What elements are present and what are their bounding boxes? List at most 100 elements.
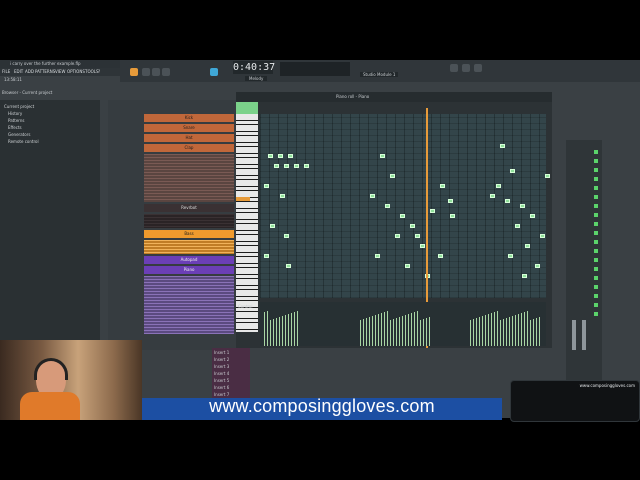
velocity-bar[interactable] <box>372 316 373 346</box>
velocity-bar[interactable] <box>491 313 492 346</box>
note[interactable] <box>395 234 400 238</box>
note[interactable] <box>390 174 395 178</box>
note[interactable] <box>525 244 530 248</box>
play-button[interactable] <box>142 68 150 76</box>
note[interactable] <box>520 204 525 208</box>
velocity-bar[interactable] <box>288 314 289 346</box>
pattern-selector[interactable]: Melody <box>245 76 268 81</box>
browser-item-generators[interactable]: Generators <box>8 132 30 137</box>
velocity-bar[interactable] <box>405 315 406 346</box>
velocity-bar[interactable] <box>282 316 283 346</box>
velocity-bar[interactable] <box>264 312 265 346</box>
note[interactable] <box>448 199 453 203</box>
note[interactable] <box>270 224 275 228</box>
velocity-bar[interactable] <box>518 314 519 346</box>
note[interactable] <box>286 264 291 268</box>
note[interactable] <box>280 194 285 198</box>
menu-view[interactable]: VIEW <box>55 69 65 74</box>
velocity-bar[interactable] <box>411 313 412 346</box>
fader-1[interactable] <box>572 320 576 350</box>
channel-autopad[interactable]: Autopad <box>144 256 234 264</box>
note[interactable] <box>288 154 293 158</box>
velocity-bar[interactable] <box>363 319 364 346</box>
velocity-bar[interactable] <box>473 319 474 346</box>
channel-snare[interactable]: Snare <box>144 124 234 132</box>
stop-button[interactable] <box>152 68 160 76</box>
insert-6[interactable]: Insert 6 <box>214 385 229 390</box>
velocity-bar[interactable] <box>414 312 415 346</box>
browser-item-history[interactable]: History <box>8 111 22 116</box>
velocity-bar[interactable] <box>420 320 421 346</box>
velocity-bar[interactable] <box>500 320 501 346</box>
note[interactable] <box>505 199 510 203</box>
velocity-bar[interactable] <box>503 319 504 346</box>
snap-icon[interactable] <box>210 68 218 76</box>
note[interactable] <box>375 254 380 258</box>
velocity-bar[interactable] <box>429 317 430 346</box>
velocity-bar[interactable] <box>417 311 418 346</box>
note[interactable] <box>278 154 283 158</box>
velocity-bar[interactable] <box>512 316 513 346</box>
browser-item-patterns[interactable]: Patterns <box>8 118 24 123</box>
step-grid[interactable] <box>144 154 234 202</box>
velocity-bar[interactable] <box>375 315 376 346</box>
velocity-bar[interactable] <box>506 318 507 346</box>
insert-2[interactable]: Insert 2 <box>214 357 229 362</box>
velocity-bar[interactable] <box>408 314 409 346</box>
velocity-bar[interactable] <box>482 316 483 346</box>
menu-file[interactable]: FILE <box>2 69 10 74</box>
channel-revrbot[interactable]: Revrbot <box>144 204 234 212</box>
note[interactable] <box>264 254 269 258</box>
piano-keyboard[interactable] <box>236 114 258 332</box>
velocity-bar[interactable] <box>285 315 286 346</box>
note[interactable] <box>540 234 545 238</box>
note[interactable] <box>294 164 299 168</box>
velocity-bar[interactable] <box>426 318 427 346</box>
velocity-bar[interactable] <box>527 311 528 346</box>
note[interactable] <box>508 254 513 258</box>
note[interactable] <box>415 234 420 238</box>
note[interactable] <box>370 194 375 198</box>
browser-item-remote-control[interactable]: Remote control <box>8 139 39 144</box>
note[interactable] <box>515 224 520 228</box>
note[interactable] <box>438 254 443 258</box>
menu-help[interactable]: ? <box>98 69 100 74</box>
velocity-bar[interactable] <box>381 313 382 346</box>
velocity-bar[interactable] <box>539 317 540 346</box>
note[interactable] <box>500 144 505 148</box>
note[interactable] <box>420 244 425 248</box>
note[interactable] <box>304 164 309 168</box>
insert-3[interactable]: Insert 3 <box>214 364 229 369</box>
menu-tools[interactable]: TOOLS <box>85 69 99 74</box>
velocity-bar[interactable] <box>393 319 394 346</box>
velocity-bar[interactable] <box>494 312 495 346</box>
note[interactable] <box>510 169 515 173</box>
note[interactable] <box>264 184 269 188</box>
velocity-bar[interactable] <box>279 317 280 346</box>
channel-kick[interactable]: Kick <box>144 114 234 122</box>
velocity-bar[interactable] <box>270 320 271 346</box>
note[interactable] <box>490 194 495 198</box>
note[interactable] <box>268 154 273 158</box>
note[interactable] <box>430 209 435 213</box>
velocity-bar[interactable] <box>524 312 525 346</box>
velocity-bar[interactable] <box>273 319 274 346</box>
settings-icon[interactable] <box>474 64 482 72</box>
tempo-icon[interactable] <box>450 64 458 72</box>
note[interactable] <box>274 164 279 168</box>
velocity-bar[interactable] <box>360 320 361 346</box>
velocity-bar[interactable] <box>291 313 292 346</box>
velocity-bar[interactable] <box>479 317 480 346</box>
velocity-bar[interactable] <box>521 313 522 346</box>
velocity-bar[interactable] <box>369 317 370 346</box>
velocity-bar[interactable] <box>390 320 391 346</box>
velocity-lane[interactable] <box>260 302 546 346</box>
insert-1[interactable]: Insert 1 <box>214 350 229 355</box>
record-button[interactable] <box>162 68 170 76</box>
note[interactable] <box>535 264 540 268</box>
note[interactable] <box>284 164 289 168</box>
channel-hat[interactable]: Hat <box>144 134 234 142</box>
velocity-bar[interactable] <box>476 318 477 346</box>
channel-bass[interactable]: Bass <box>144 230 234 238</box>
velocity-bar[interactable] <box>399 317 400 346</box>
